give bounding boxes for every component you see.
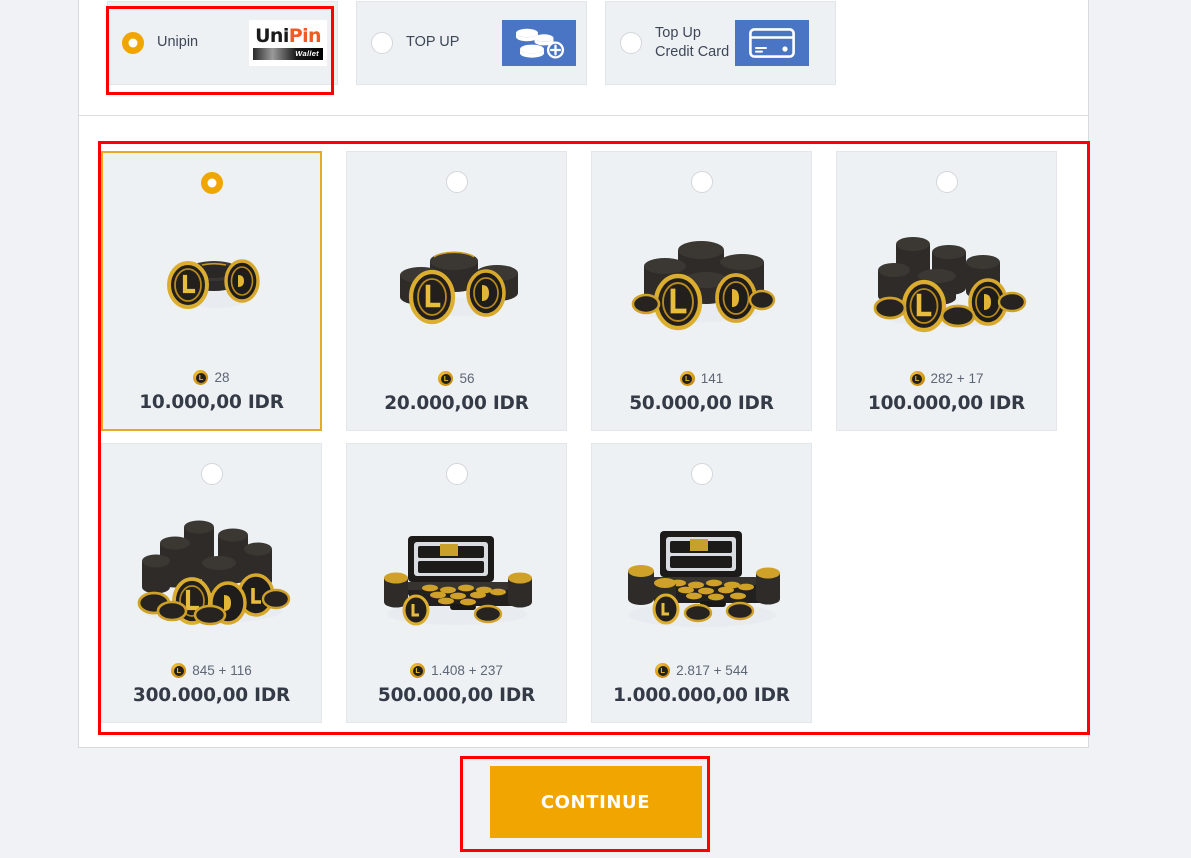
package-grid: L 28 10.000,00 IDR L 56 20.000,00 IDR L …	[89, 139, 1079, 723]
radio-package-1000000[interactable]	[690, 463, 713, 485]
content-panel: Unipin UniPin Wallet TOP UP Top Up Credi…	[78, 0, 1089, 748]
payment-option-unipin[interactable]: Unipin UniPin Wallet	[107, 1, 338, 85]
unipin-logo-text-pin: Pin	[288, 24, 322, 47]
briefcase-coins-large-art	[592, 485, 811, 663]
payment-option-topup-label: TOP UP	[406, 34, 460, 51]
package-price: 20.000,00 IDR	[384, 393, 529, 414]
package-coin-value: 1.408 + 237	[431, 663, 503, 678]
package-price: 500.000,00 IDR	[377, 685, 536, 706]
coin-heap-art	[102, 485, 321, 663]
package-coin-amount: L 56	[438, 371, 475, 386]
package-card-500000[interactable]: L 1.408 + 237 500.000,00 IDR	[346, 443, 567, 723]
package-coin-value: 141	[700, 371, 724, 386]
package-coin-value: 2.817 + 544	[676, 663, 748, 678]
package-coin-amount: L 282 + 17	[909, 371, 984, 386]
package-price: 1.000.000,00 IDR	[613, 685, 790, 706]
payment-method-row: Unipin UniPin Wallet TOP UP Top Up Credi…	[79, 0, 1088, 116]
package-cell: L 141 50.000,00 IDR	[579, 139, 824, 431]
radio-unipin[interactable]	[122, 32, 144, 54]
coin-stack-small-art	[103, 194, 320, 370]
package-card-300000[interactable]: L 845 + 116 300.000,00 IDR	[101, 443, 322, 723]
package-coin-amount: L 1.408 + 237	[410, 663, 503, 678]
unipin-logo-bar: Wallet	[253, 47, 323, 60]
package-cell: L 56 20.000,00 IDR	[334, 139, 579, 431]
package-cell: L 845 + 116 300.000,00 IDR	[89, 431, 334, 723]
credit-card-icon	[735, 20, 809, 66]
coin-icon: L	[909, 371, 925, 386]
package-coin-value: 28	[214, 370, 230, 385]
package-card-50000[interactable]: L 141 50.000,00 IDR	[591, 151, 812, 431]
purchase-page: Unipin UniPin Wallet TOP UP Top Up Credi…	[0, 0, 1191, 858]
unipin-wallet-logo-icon: UniPin Wallet	[249, 20, 327, 66]
continue-button[interactable]: CONTINUE	[489, 766, 702, 838]
package-cell: L 2.817 + 544 1.000.000,00 IDR	[579, 431, 824, 723]
coin-icon: L	[679, 371, 695, 386]
package-card-100000[interactable]: L 282 + 17 100.000,00 IDR	[836, 151, 1057, 431]
package-coin-amount: L 845 + 116	[171, 663, 252, 678]
package-card-20000[interactable]: L 56 20.000,00 IDR	[346, 151, 567, 431]
coin-stack-large-art	[592, 193, 811, 371]
package-card-10000[interactable]: L 28 10.000,00 IDR	[101, 151, 322, 431]
package-cell: L 1.408 + 237 500.000,00 IDR	[334, 431, 579, 723]
unipin-logo-text-uni: Uni	[255, 24, 289, 47]
payment-option-unipin-label: Unipin	[157, 34, 199, 51]
coin-icon: L	[171, 663, 187, 678]
package-coin-amount: L 2.817 + 544	[655, 663, 748, 678]
radio-package-300000[interactable]	[200, 463, 223, 485]
payment-option-topup-credit-card[interactable]: Top Up Credit Card	[605, 1, 836, 85]
radio-package-100000[interactable]	[935, 171, 958, 193]
payment-option-credit-card-label: Top Up Credit Card	[655, 24, 730, 60]
package-cell: L 28 10.000,00 IDR	[89, 139, 334, 431]
briefcase-coins-art	[347, 485, 566, 663]
package-price: 10.000,00 IDR	[139, 392, 284, 413]
radio-package-50000[interactable]	[690, 171, 713, 193]
package-coin-value: 56	[459, 371, 475, 386]
radio-package-10000[interactable]	[200, 172, 223, 194]
package-price: 50.000,00 IDR	[629, 393, 774, 414]
coin-icon: L	[410, 663, 426, 678]
coins-plus-icon	[502, 20, 576, 66]
radio-topup-credit-card[interactable]	[620, 32, 642, 54]
radio-package-500000[interactable]	[445, 463, 468, 485]
continue-row: CONTINUE	[0, 766, 1191, 838]
package-coin-amount: L 28	[193, 370, 230, 385]
coin-stack-medium-art	[347, 193, 566, 371]
package-price: 100.000,00 IDR	[867, 393, 1026, 414]
package-card-1000000[interactable]: L 2.817 + 544 1.000.000,00 IDR	[591, 443, 812, 723]
package-coin-value: 845 + 116	[192, 663, 252, 678]
radio-package-20000[interactable]	[445, 171, 468, 193]
coin-icon: L	[193, 370, 209, 385]
coin-icon: L	[438, 371, 454, 386]
coin-icon: L	[655, 663, 671, 678]
coin-pile-art	[837, 193, 1056, 371]
unipin-logo-subtext: Wallet	[295, 49, 319, 58]
payment-option-topup[interactable]: TOP UP	[356, 1, 587, 85]
radio-topup[interactable]	[371, 32, 393, 54]
package-price: 300.000,00 IDR	[132, 685, 291, 706]
package-coin-amount: L 141	[679, 371, 724, 386]
package-cell: L 282 + 17 100.000,00 IDR	[824, 139, 1069, 431]
package-coin-value: 282 + 17	[930, 371, 984, 386]
